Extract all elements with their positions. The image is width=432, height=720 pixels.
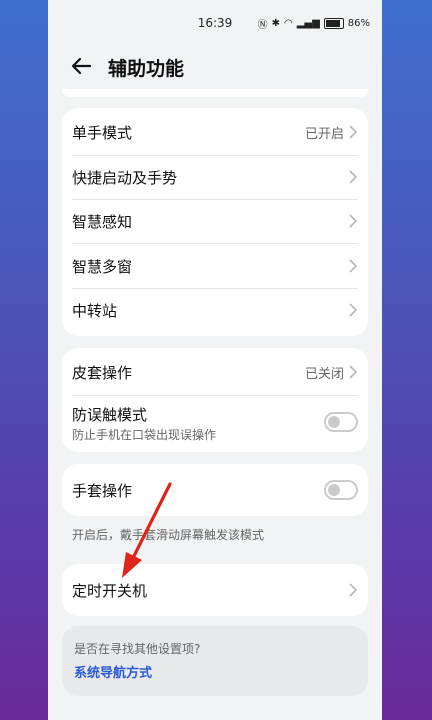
signal-icon: ▂▄▆ bbox=[296, 18, 320, 29]
phone-screen: 16:39 Ⓝ ✱ ◠ ▂▄▆ 86% 辅助功能 单手模式 已开启 快捷启动及手… bbox=[48, 0, 382, 720]
setting-label: 快捷启动及手势 bbox=[72, 169, 178, 187]
glove-mode-toggle[interactable] bbox=[324, 480, 358, 500]
setting-smart-multiwindow[interactable]: 智慧多窗 bbox=[62, 244, 368, 288]
page-title: 辅助功能 bbox=[108, 58, 185, 80]
chevron-right-icon bbox=[349, 303, 358, 317]
bluetooth-icon: ✱ bbox=[271, 18, 280, 29]
setting-label: 防误触模式 bbox=[72, 406, 148, 424]
setting-label: 单手模式 bbox=[72, 124, 133, 142]
setting-label: 智慧多窗 bbox=[72, 258, 133, 276]
setting-scheduled-power[interactable]: 定时开关机 bbox=[62, 568, 368, 612]
setting-transfer-station[interactable]: 中转站 bbox=[62, 288, 368, 332]
setting-anti-mistouch: 防误触模式 防止手机在口袋出现误操作 bbox=[62, 394, 368, 450]
chevron-right-icon bbox=[349, 214, 358, 228]
setting-status: 已关闭 bbox=[304, 367, 344, 382]
setting-label: 智慧感知 bbox=[72, 213, 133, 231]
glove-mode-note: 开启后，戴手套滑动屏幕触发该模式 bbox=[72, 528, 265, 542]
chevron-right-icon bbox=[349, 170, 358, 184]
setting-glove-mode: 手套操作 bbox=[62, 468, 368, 512]
setting-label: 皮套操作 bbox=[72, 364, 133, 382]
settings-group-schedule: 定时开关机 bbox=[62, 564, 368, 616]
chevron-right-icon bbox=[349, 125, 358, 139]
chevron-right-icon bbox=[349, 365, 358, 379]
wifi-icon: ◠ bbox=[283, 18, 293, 29]
settings-group-cover: 皮套操作 已关闭 防误触模式 防止手机在口袋出现误操作 bbox=[62, 348, 368, 452]
back-arrow-icon[interactable] bbox=[68, 52, 96, 80]
setting-label: 中转站 bbox=[72, 302, 118, 320]
status-icons: Ⓝ ✱ ◠ ▂▄▆ 86% bbox=[258, 16, 370, 31]
setting-status: 已开启 bbox=[304, 127, 344, 142]
chevron-right-icon bbox=[349, 583, 358, 597]
setting-flip-cover[interactable]: 皮套操作 已关闭 bbox=[62, 350, 368, 394]
setting-one-hand-mode[interactable]: 单手模式 已开启 bbox=[62, 110, 368, 154]
anti-mistouch-toggle[interactable] bbox=[324, 412, 358, 432]
setting-label: 手套操作 bbox=[72, 482, 133, 500]
status-bar: 16:39 Ⓝ ✱ ◠ ▂▄▆ 86% bbox=[48, 0, 382, 46]
suggestion-card: 是否在寻找其他设置项? 系统导航方式 bbox=[62, 626, 368, 696]
suggestion-link-system-navigation[interactable]: 系统导航方式 bbox=[74, 662, 152, 681]
chevron-right-icon bbox=[349, 259, 358, 273]
setting-shortcuts-gestures[interactable]: 快捷启动及手势 bbox=[62, 155, 368, 199]
setting-description: 防止手机在口袋出现误操作 bbox=[72, 428, 217, 442]
battery-percent: 86% bbox=[347, 18, 370, 29]
nfc-icon: Ⓝ bbox=[257, 20, 268, 31]
previous-card-bottom bbox=[62, 89, 368, 97]
suggestion-question: 是否在寻找其他设置项? bbox=[74, 642, 201, 656]
settings-group-gloves: 手套操作 bbox=[62, 464, 368, 516]
battery-icon bbox=[323, 18, 344, 29]
page-header: 辅助功能 bbox=[48, 48, 382, 88]
settings-group-main: 单手模式 已开启 快捷启动及手势 智慧感知 智慧多窗 中转站 bbox=[62, 108, 368, 336]
setting-label: 定时开关机 bbox=[72, 582, 148, 600]
setting-smart-sensing[interactable]: 智慧感知 bbox=[62, 199, 368, 243]
